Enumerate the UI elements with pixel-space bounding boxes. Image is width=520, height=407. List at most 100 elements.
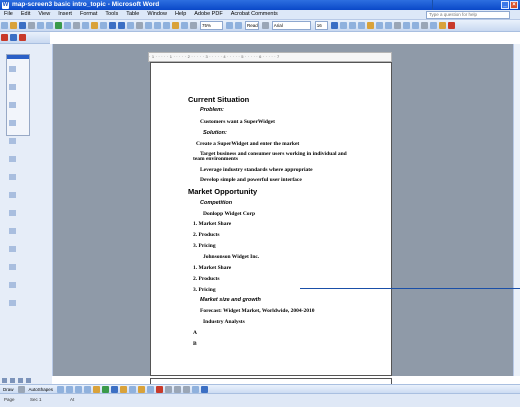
- hyperlink-icon[interactable]: [127, 22, 134, 29]
- line-icon[interactable]: [57, 386, 65, 393]
- research-icon[interactable]: [64, 22, 71, 29]
- 3d-icon[interactable]: [9, 300, 16, 306]
- 3d-icon[interactable]: [201, 386, 209, 393]
- numbering-icon[interactable]: [402, 22, 410, 29]
- shadow-icon[interactable]: [9, 282, 16, 288]
- clipart-icon[interactable]: [9, 192, 16, 198]
- picture-icon[interactable]: [9, 210, 16, 216]
- insert-table-icon[interactable]: [145, 22, 152, 29]
- textbox-icon[interactable]: [9, 156, 16, 162]
- menu-file[interactable]: File: [0, 10, 17, 19]
- menu-adobe-pdf[interactable]: Adobe PDF: [190, 10, 226, 19]
- columns-icon[interactable]: [163, 22, 170, 29]
- print-icon[interactable]: [37, 22, 44, 29]
- menu-format[interactable]: Format: [76, 10, 101, 19]
- insert-excel-icon[interactable]: [154, 22, 161, 29]
- font-name-box[interactable]: Arial: [271, 21, 311, 30]
- pdf-icon[interactable]: [1, 34, 8, 41]
- oval-icon[interactable]: [84, 386, 92, 393]
- fill-color-icon[interactable]: [9, 228, 16, 234]
- line-style-icon[interactable]: [165, 386, 173, 393]
- pdf-email-icon[interactable]: [10, 34, 17, 41]
- horizontal-ruler[interactable]: ·1·····1·····2·····3·····4·····5·····6··…: [148, 52, 392, 62]
- font-color-icon[interactable]: [156, 386, 164, 393]
- open-icon[interactable]: [10, 22, 17, 29]
- paste-icon[interactable]: [91, 22, 98, 29]
- menu-help[interactable]: Help: [171, 10, 190, 19]
- font-color-small-icon[interactable]: [9, 264, 16, 270]
- font-size-box[interactable]: 16: [314, 21, 328, 30]
- font-color-icon[interactable]: [447, 22, 455, 29]
- close-icon[interactable]: ×: [510, 1, 518, 9]
- line-icon[interactable]: [9, 84, 16, 90]
- line-color-icon[interactable]: [147, 386, 155, 393]
- autoshapes-menu[interactable]: AutoShapes: [26, 387, 57, 392]
- bold-icon[interactable]: [330, 22, 338, 29]
- align-left-icon[interactable]: [357, 22, 365, 29]
- bullets-icon[interactable]: [411, 22, 419, 29]
- shadow-icon[interactable]: [192, 386, 200, 393]
- indent-icon[interactable]: [420, 22, 428, 29]
- arrow-style-icon[interactable]: [183, 386, 191, 393]
- help-question-box[interactable]: Type a question for help: [426, 11, 510, 19]
- line-spacing-icon[interactable]: [393, 22, 401, 29]
- web-view-icon[interactable]: [10, 377, 15, 383]
- print-preview-icon[interactable]: [46, 22, 53, 29]
- dash-style-icon[interactable]: [174, 386, 182, 393]
- select-objects-icon[interactable]: [17, 386, 25, 393]
- undo-icon[interactable]: [109, 22, 116, 29]
- pdf-review-icon[interactable]: [19, 34, 26, 41]
- fill-color-icon[interactable]: [138, 386, 146, 393]
- vertical-scrollbar[interactable]: [513, 44, 520, 376]
- menu-edit[interactable]: Edit: [17, 10, 34, 19]
- menu-insert[interactable]: Insert: [54, 10, 76, 19]
- menu-acrobat-comments[interactable]: Acrobat Comments: [227, 10, 282, 19]
- permission-icon[interactable]: [28, 22, 35, 29]
- show-hide-icon[interactable]: [190, 22, 197, 29]
- document-page[interactable]: [150, 62, 392, 376]
- line-color-icon[interactable]: [9, 246, 16, 252]
- border-icon[interactable]: [429, 22, 437, 29]
- highlight-icon[interactable]: [438, 22, 446, 29]
- menu-window[interactable]: Window: [143, 10, 171, 19]
- arrow-icon[interactable]: [9, 102, 16, 108]
- spelling-icon[interactable]: [55, 22, 62, 29]
- textbox-icon[interactable]: [93, 386, 101, 393]
- underline-icon[interactable]: [348, 22, 356, 29]
- diagram-icon[interactable]: [111, 386, 119, 393]
- outline-view-icon[interactable]: [26, 377, 31, 383]
- zoom-box[interactable]: 75%: [200, 21, 223, 30]
- palette-titlebar[interactable]: [7, 55, 29, 59]
- drawing-icon[interactable]: [172, 22, 179, 29]
- rectangle-icon[interactable]: [75, 386, 83, 393]
- read-icon[interactable]: [235, 22, 242, 29]
- help-icon[interactable]: [226, 22, 233, 29]
- print-view-icon[interactable]: [18, 377, 23, 383]
- menu-table[interactable]: Table: [122, 10, 143, 19]
- save-icon[interactable]: [19, 22, 26, 29]
- document-map-icon[interactable]: [181, 22, 188, 29]
- oval-icon[interactable]: [9, 138, 16, 144]
- menu-tools[interactable]: Tools: [101, 10, 122, 19]
- style-icon[interactable]: [261, 22, 269, 29]
- draw-menu[interactable]: Draw: [0, 387, 17, 392]
- read-button[interactable]: Read: [245, 21, 259, 30]
- minimize-icon[interactable]: _: [501, 1, 509, 9]
- clipart-icon[interactable]: [120, 386, 128, 393]
- tables-borders-icon[interactable]: [136, 22, 143, 29]
- normal-view-icon[interactable]: [2, 377, 7, 383]
- italic-icon[interactable]: [339, 22, 347, 29]
- format-painter-icon[interactable]: [100, 22, 107, 29]
- cut-icon[interactable]: [73, 22, 80, 29]
- align-right-icon[interactable]: [375, 22, 383, 29]
- picture-icon[interactable]: [129, 386, 137, 393]
- select-objects-icon[interactable]: [9, 66, 16, 72]
- copy-icon[interactable]: [82, 22, 89, 29]
- wordart-icon[interactable]: [102, 386, 110, 393]
- justify-icon[interactable]: [384, 22, 392, 29]
- rectangle-icon[interactable]: [9, 120, 16, 126]
- redo-icon[interactable]: [118, 22, 125, 29]
- new-icon[interactable]: [1, 22, 8, 29]
- arrow-icon[interactable]: [66, 386, 74, 393]
- menu-view[interactable]: View: [34, 10, 54, 19]
